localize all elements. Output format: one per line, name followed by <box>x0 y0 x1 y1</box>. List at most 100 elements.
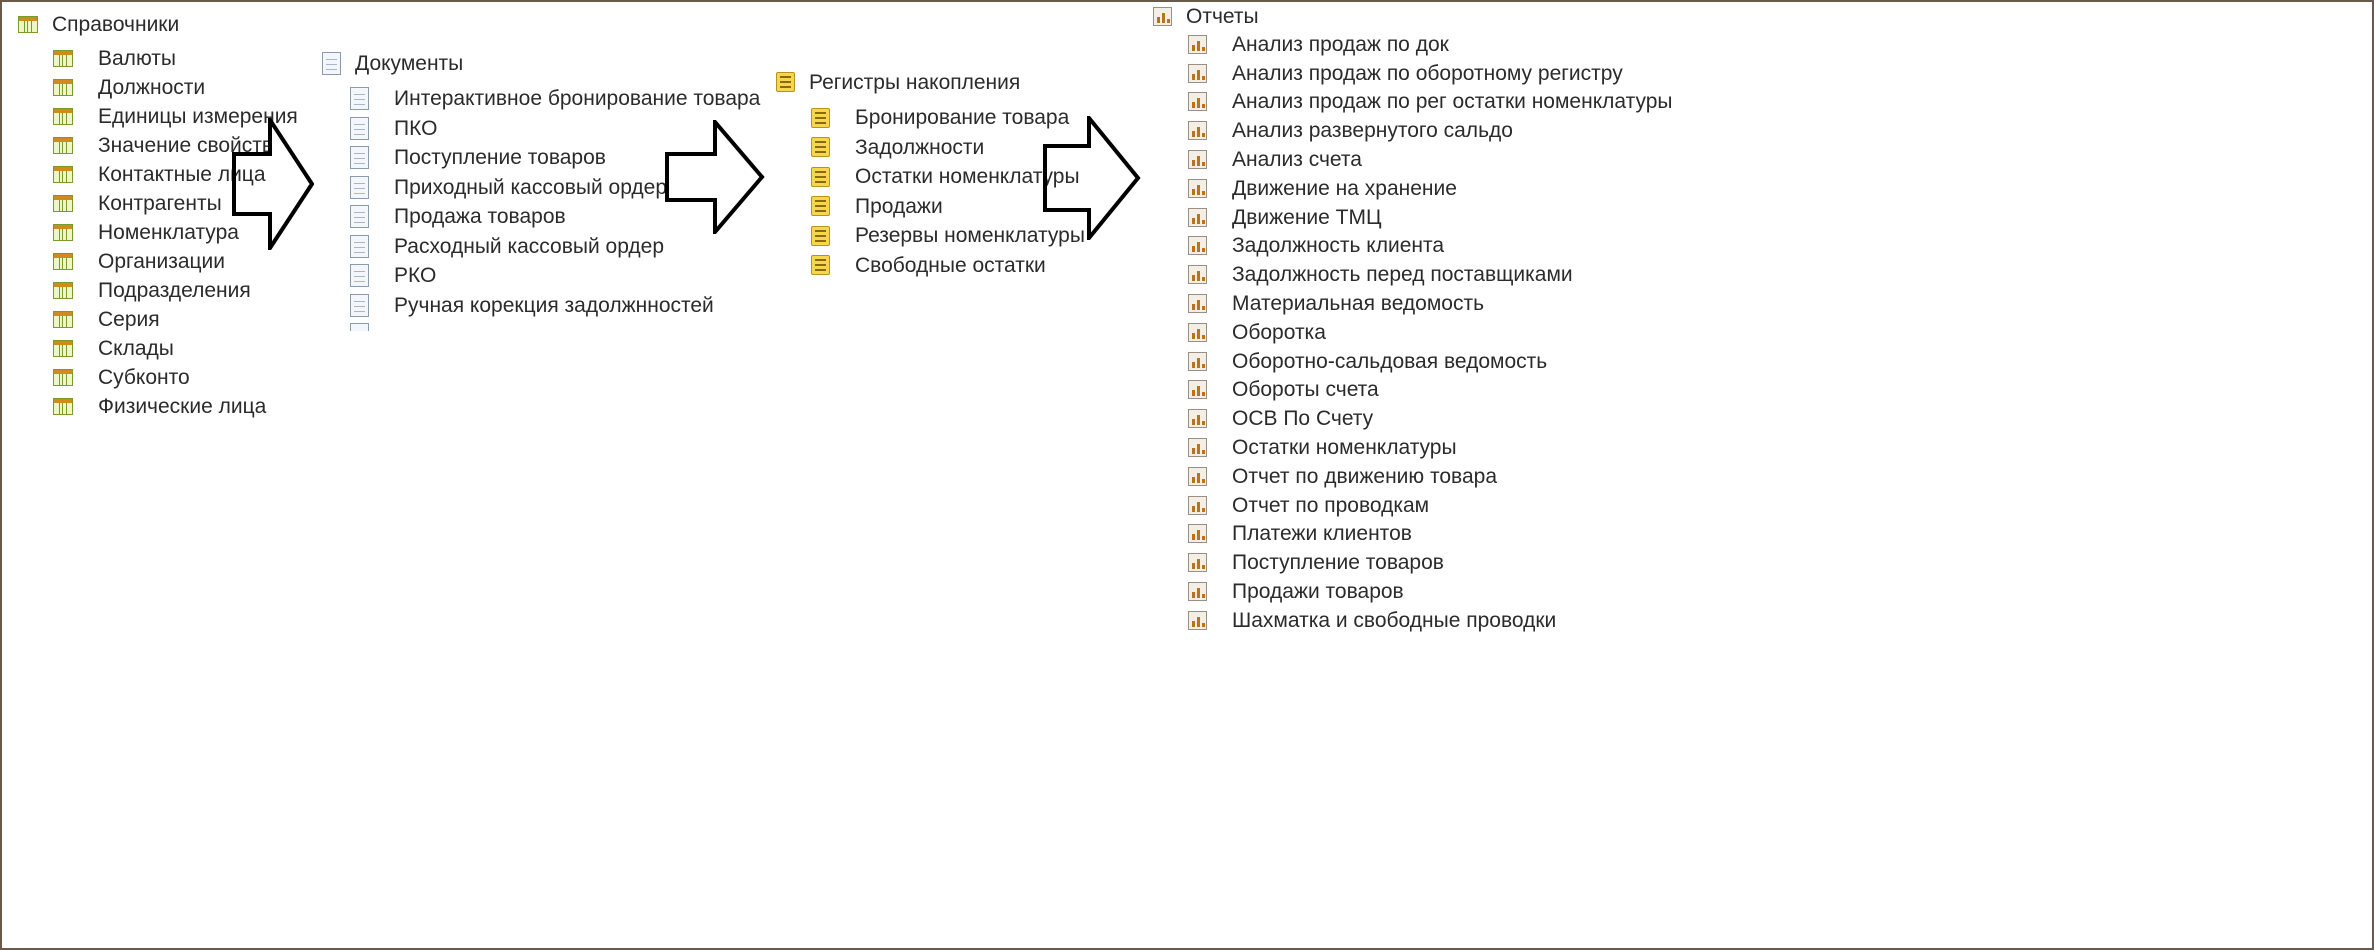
registers-list: Бронирование товара Задолжности Остатки но… <box>776 103 1085 280</box>
reports-item[interactable]: Остатки номенклатуры <box>1188 433 1672 462</box>
catalog-icon <box>53 195 73 212</box>
catalogs-item-label: Номенклатура <box>98 221 239 244</box>
reports-item[interactable]: Отчет по проводкам <box>1188 491 1672 520</box>
catalog-icon <box>18 15 38 33</box>
catalogs-item[interactable]: Организации <box>53 247 298 276</box>
reports-item[interactable]: Анализ продаж по рег остатки номенклатур… <box>1188 88 1672 117</box>
document-icon <box>350 87 369 111</box>
report-icon <box>1188 495 1207 515</box>
register-icon <box>811 166 830 187</box>
catalogs-item[interactable]: Субконто <box>53 363 298 392</box>
catalog-icon <box>53 253 73 270</box>
reports-item[interactable]: Движение ТМЦ <box>1188 203 1672 232</box>
registers-item-label: Бронирование товара <box>855 106 1070 130</box>
reports-item-label: Анализ счета <box>1232 148 1362 172</box>
documents-item-label: РКО <box>394 264 437 288</box>
document-icon <box>350 116 369 140</box>
catalogs-item-label: Валюты <box>98 47 176 70</box>
reports-item-label: Анализ продаж по оборотному регистру <box>1232 61 1623 85</box>
document-icon <box>350 293 369 317</box>
reports-item[interactable]: Шахматка и свободные проводки <box>1188 606 1672 635</box>
documents-item-label: Ручная корекция задолжнностей <box>394 293 714 317</box>
catalogs-item[interactable]: Валюты <box>53 44 298 73</box>
report-icon <box>1188 34 1207 54</box>
reports-item[interactable]: Оборотно-сальдовая ведомость <box>1188 347 1672 376</box>
report-icon <box>1188 610 1207 630</box>
reports-item[interactable]: Поступление товаров <box>1188 548 1672 577</box>
report-icon <box>1188 351 1207 371</box>
reports-item[interactable]: Задолжность перед поставщиками <box>1188 260 1672 289</box>
catalog-icon <box>53 79 73 96</box>
document-icon <box>350 234 369 258</box>
documents-item-label: ПКО <box>394 116 438 140</box>
reports-item[interactable]: Анализ продаж по оборотному регистру <box>1188 59 1672 88</box>
reports-item-label: Оборотно-сальдовая ведомость <box>1232 349 1548 373</box>
reports-item-label: Задолжность клиента <box>1232 234 1445 258</box>
catalogs-item-label: Субконто <box>98 366 190 389</box>
catalogs-item[interactable]: Должности <box>53 73 298 102</box>
reports-list: Анализ продаж по док Анализ продаж по обо… <box>1153 30 1672 635</box>
reports-item[interactable]: Платежи клиентов <box>1188 520 1672 549</box>
reports-item[interactable]: Анализ развернутого сальдо <box>1188 116 1672 145</box>
register-icon <box>776 72 795 92</box>
report-icon <box>1188 207 1207 227</box>
catalogs-item[interactable]: Серия <box>53 305 298 334</box>
document-icon <box>350 175 369 199</box>
reports-item-label: Отчет по движению товара <box>1232 464 1498 488</box>
documents-item[interactable]: Ручная корекция задолжнностей <box>350 291 760 321</box>
catalogs-root[interactable]: Справочники <box>18 4 298 44</box>
documents-item[interactable]: Интерактивное бронирование товара <box>350 84 760 114</box>
reports-item[interactable]: Движение на хранение <box>1188 174 1672 203</box>
documents-item[interactable]: Расходный кассовый ордер <box>350 232 760 262</box>
reports-item-label: Материальная ведомость <box>1232 292 1485 316</box>
reports-item-label: Оборотка <box>1232 320 1326 344</box>
catalog-icon <box>53 398 73 415</box>
catalogs-item[interactable]: Физические лица <box>53 392 298 421</box>
reports-item[interactable]: Оборотка <box>1188 318 1672 347</box>
reports-item-label: Остатки номенклатуры <box>1232 436 1457 460</box>
register-icon <box>811 225 830 246</box>
arrow-right-icon <box>1043 116 1141 240</box>
reports-item[interactable]: Анализ продаж по док <box>1188 30 1672 59</box>
documents-partial-item <box>350 320 760 334</box>
reports-item-label: Шахматка и свободные проводки <box>1232 608 1557 632</box>
catalog-icon <box>53 108 73 125</box>
reports-item-label: Анализ продаж по рег остатки номенклатур… <box>1232 90 1673 114</box>
documents-item-label: Интерактивное бронирование товара <box>394 87 761 111</box>
document-icon <box>350 264 369 288</box>
catalogs-item-label: Склады <box>98 337 174 360</box>
catalogs-item-label: Организации <box>98 250 226 273</box>
registers-root[interactable]: Регистры накопления <box>776 61 1085 103</box>
catalogs-title: Справочники <box>52 12 180 36</box>
registers-item[interactable]: Свободные остатки <box>811 251 1085 281</box>
catalog-icon <box>53 224 73 241</box>
reports-item-label: Движение ТМЦ <box>1232 205 1382 229</box>
reports-item[interactable]: Материальная ведомость <box>1188 289 1672 318</box>
report-icon <box>1188 409 1207 429</box>
documents-item-label: Приходный кассовый ордер <box>394 175 668 199</box>
reports-item[interactable]: Отчет по движению товара <box>1188 462 1672 491</box>
reports-item[interactable]: Продажи товаров <box>1188 577 1672 606</box>
reports-item[interactable]: Обороты счета <box>1188 376 1672 405</box>
registers-tree: Регистры накопления Бронирование товара З… <box>776 61 1085 280</box>
reports-item-label: Задолжность перед поставщиками <box>1232 263 1573 287</box>
catalog-icon <box>53 282 73 299</box>
reports-item[interactable]: Анализ счета <box>1188 145 1672 174</box>
catalogs-item-label: Физические лица <box>98 395 267 418</box>
reports-root[interactable]: Отчеты <box>1153 2 1672 30</box>
catalogs-item[interactable]: Подразделения <box>53 276 298 305</box>
arrow-right-icon <box>232 118 314 250</box>
documents-item-label: Продажа товаров <box>394 205 566 229</box>
reports-item[interactable]: Задолжность клиента <box>1188 232 1672 261</box>
catalogs-item-label: Серия <box>98 308 160 331</box>
report-icon <box>1188 236 1207 256</box>
report-icon <box>1188 121 1207 141</box>
documents-item[interactable]: РКО <box>350 261 760 291</box>
catalogs-item[interactable]: Склады <box>53 334 298 363</box>
catalog-icon <box>53 166 73 183</box>
reports-item-label: Движение на хранение <box>1232 176 1457 200</box>
document-icon <box>350 146 369 170</box>
reports-item[interactable]: ОСВ По Счету <box>1188 404 1672 433</box>
documents-root[interactable]: Документы <box>322 42 760 84</box>
register-icon <box>811 255 830 276</box>
